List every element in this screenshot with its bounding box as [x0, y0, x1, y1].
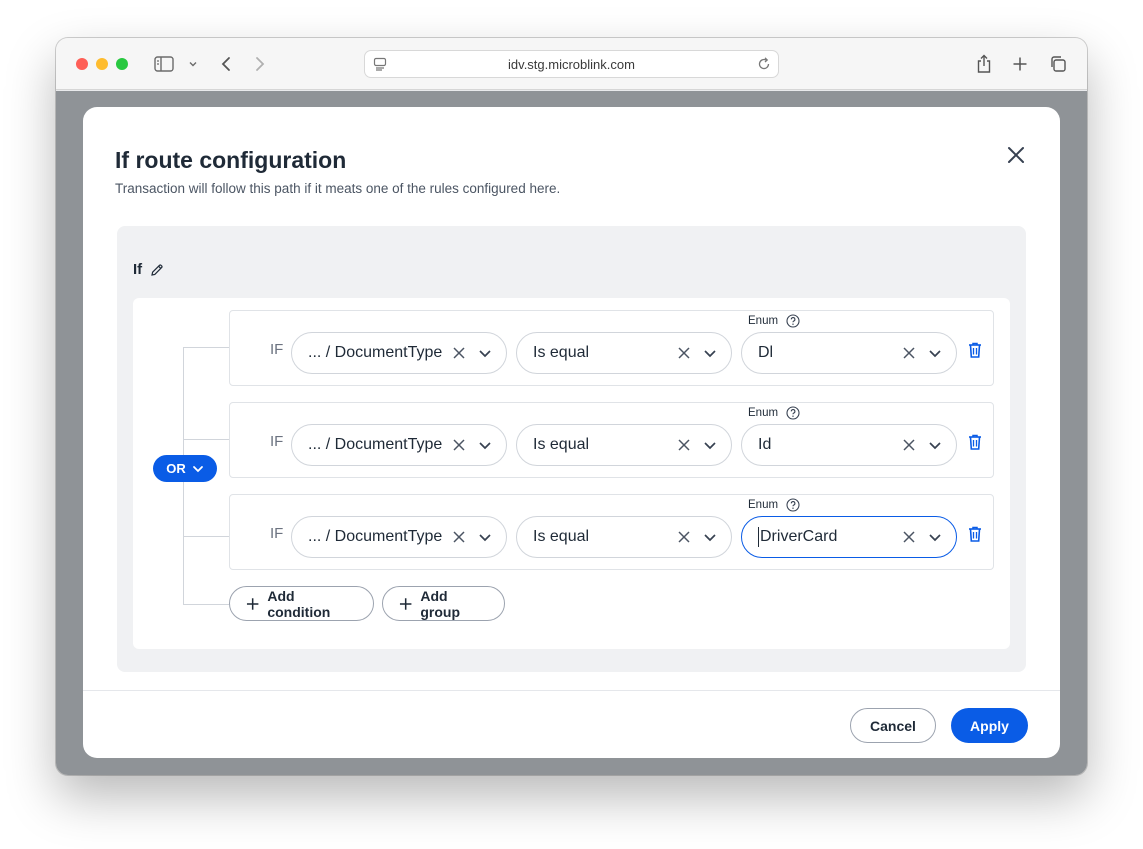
value-text: Id [758, 436, 772, 453]
clear-icon[interactable] [677, 438, 691, 452]
chevron-down-icon[interactable] [478, 438, 492, 452]
help-icon[interactable] [786, 406, 800, 420]
url-text: idv.stg.microblink.com [508, 56, 635, 72]
field-value: ... / DocumentType [308, 436, 443, 453]
close-icon[interactable] [1004, 143, 1028, 167]
value-type-text: Enum [748, 407, 779, 419]
address-bar[interactable]: idv.stg.microblink.com [364, 50, 779, 78]
add-condition-button[interactable]: Add condition [229, 586, 374, 621]
forward-icon[interactable] [248, 52, 272, 76]
footer-divider [83, 690, 1060, 691]
chevron-down-icon[interactable] [928, 530, 942, 544]
route-config-dialog: If route configuration Transaction will … [83, 107, 1060, 758]
zoom-window-button[interactable] [116, 58, 128, 70]
operator-select[interactable]: Is equal [516, 332, 732, 374]
dialog-subtitle: Transaction will follow this path if it … [115, 181, 561, 196]
value-input-focused[interactable]: DriverCard [741, 516, 957, 558]
value-type-text: Enum [748, 499, 779, 511]
apply-button[interactable]: Apply [951, 708, 1028, 743]
trash-icon[interactable] [966, 341, 984, 359]
operator-select[interactable]: Is equal [516, 516, 732, 558]
field-value: ... / DocumentType [308, 344, 443, 361]
help-icon[interactable] [786, 314, 800, 328]
tree-connector [183, 347, 229, 348]
chevron-down-icon [192, 465, 203, 472]
group-operator-dropdown[interactable]: OR [153, 455, 217, 482]
trash-icon[interactable] [966, 433, 984, 451]
tree-connector [183, 604, 229, 605]
share-icon[interactable] [972, 52, 996, 76]
operator-select[interactable]: Is equal [516, 424, 732, 466]
panel-title: If [133, 261, 164, 278]
text-caret [758, 527, 759, 547]
rule-group: OR IF ... / DocumentType Is equal Enum D… [133, 298, 1010, 649]
condition-panel: If OR IF ... / DocumentType Is equal Enu… [117, 226, 1026, 672]
pencil-icon[interactable] [150, 263, 164, 277]
field-value: ... / DocumentType [308, 528, 443, 545]
value-type-label: Enum [748, 314, 800, 328]
tab-overview-icon[interactable] [1046, 52, 1070, 76]
minimize-window-button[interactable] [96, 58, 108, 70]
panel-title-label: If [133, 261, 143, 278]
rule-keyword: IF [270, 525, 284, 542]
rule-keyword: IF [270, 433, 284, 450]
clear-icon[interactable] [677, 346, 691, 360]
browser-toolbar: idv.stg.microblink.com [56, 38, 1087, 90]
group-operator-label: OR [166, 461, 186, 476]
chevron-down-icon[interactable] [478, 530, 492, 544]
rule-row: IF ... / DocumentType Is equal Enum [229, 310, 994, 386]
browser-window: idv.stg.microblink.com If route configur… [56, 38, 1087, 775]
chevron-down-icon[interactable] [928, 438, 942, 452]
plus-icon [399, 597, 412, 610]
clear-icon[interactable] [452, 346, 466, 360]
reload-icon[interactable] [756, 56, 772, 75]
chevron-down-icon[interactable] [703, 346, 717, 360]
add-group-label: Add group [420, 587, 461, 620]
clear-icon[interactable] [452, 530, 466, 544]
value-type-text: Enum [748, 315, 779, 327]
clear-icon[interactable] [902, 346, 916, 360]
rule-keyword: IF [270, 341, 284, 358]
cancel-button[interactable]: Cancel [850, 708, 936, 743]
field-select[interactable]: ... / DocumentType [291, 516, 507, 558]
rule-row: IF ... / DocumentType Is equal Enum [229, 402, 994, 478]
trash-icon[interactable] [966, 525, 984, 543]
value-text: DriverCard [760, 528, 838, 545]
value-select[interactable]: Dl [741, 332, 957, 374]
help-icon[interactable] [786, 498, 800, 512]
plus-icon [246, 597, 259, 610]
add-condition-label: Add condition [267, 587, 331, 620]
operator-value: Is equal [533, 436, 590, 453]
clear-icon[interactable] [902, 438, 916, 452]
dialog-title: If route configuration [115, 147, 347, 173]
chevron-down-icon[interactable] [181, 52, 205, 76]
value-select[interactable]: Id [741, 424, 957, 466]
sidebar-icon[interactable] [152, 52, 176, 76]
field-select[interactable]: ... / DocumentType [291, 424, 507, 466]
tree-connector [183, 439, 229, 440]
page-icon [373, 57, 387, 74]
tree-connector [183, 536, 229, 537]
field-select[interactable]: ... / DocumentType [291, 332, 507, 374]
chevron-down-icon[interactable] [703, 530, 717, 544]
clear-icon[interactable] [452, 438, 466, 452]
clear-icon[interactable] [677, 530, 691, 544]
rule-row: IF ... / DocumentType Is equal Enum [229, 494, 994, 570]
value-text: Dl [758, 344, 774, 361]
new-tab-icon[interactable] [1008, 52, 1032, 76]
chevron-down-icon[interactable] [928, 346, 942, 360]
chevron-down-icon[interactable] [478, 346, 492, 360]
add-group-button[interactable]: Add group [382, 586, 505, 621]
clear-icon[interactable] [902, 530, 916, 544]
close-window-button[interactable] [76, 58, 88, 70]
chevron-down-icon[interactable] [703, 438, 717, 452]
value-type-label: Enum [748, 498, 800, 512]
operator-value: Is equal [533, 344, 590, 361]
back-icon[interactable] [214, 52, 238, 76]
operator-value: Is equal [533, 528, 590, 545]
value-type-label: Enum [748, 406, 800, 420]
